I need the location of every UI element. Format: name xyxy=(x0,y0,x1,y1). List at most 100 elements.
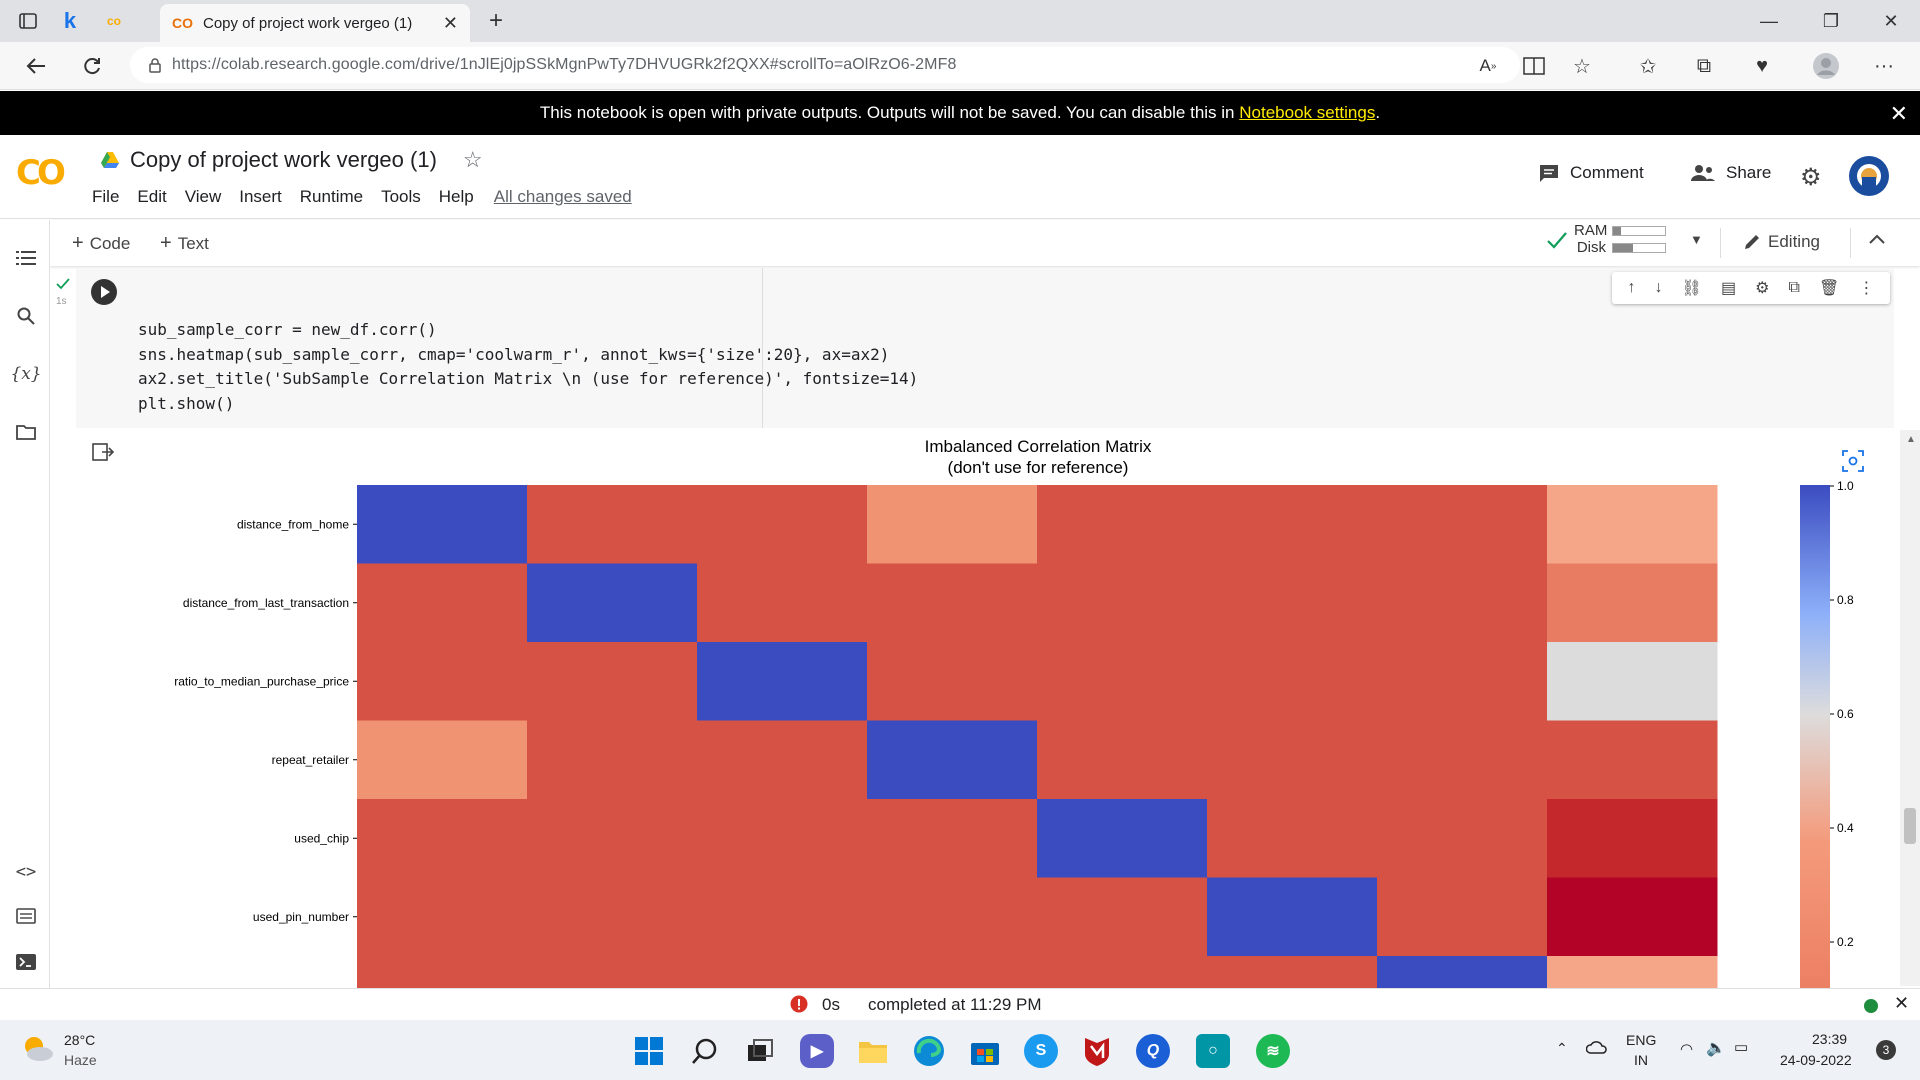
taskbar-search-icon[interactable] xyxy=(688,1034,722,1068)
mcafee-icon[interactable] xyxy=(1080,1034,1114,1068)
runtime-dropdown-icon[interactable]: ▼ xyxy=(1690,232,1703,247)
terminal-icon[interactable] xyxy=(12,948,40,976)
new-tab-icon[interactable]: + xyxy=(482,7,510,34)
move-cell-down-icon[interactable]: ↓ xyxy=(1655,279,1663,297)
delete-cell-icon[interactable]: 🗑 xyxy=(1819,278,1839,298)
teams-chat-icon[interactable]: ▶ xyxy=(800,1034,834,1068)
weather-icon[interactable] xyxy=(20,1032,56,1066)
immersive-reader-icon[interactable] xyxy=(1518,50,1550,82)
code-snippets-icon[interactable]: <> xyxy=(12,858,40,886)
scrollbar-thumb[interactable] xyxy=(1904,808,1916,844)
url-bar[interactable]: https://colab.research.google.com/drive/… xyxy=(130,47,1520,83)
heatmap-cell xyxy=(1547,642,1718,721)
ram-bar xyxy=(1612,225,1666,236)
add-favorite-icon[interactable]: ☆ xyxy=(1566,50,1598,82)
star-icon[interactable]: ☆ xyxy=(463,147,483,173)
collapse-header-icon[interactable] xyxy=(1868,232,1886,246)
y-tick-label: ratio_to_median_purchase_price xyxy=(174,674,349,688)
menu-runtime[interactable]: Runtime xyxy=(300,187,363,207)
notebook-title-row: Copy of project work vergeo (1) ☆ xyxy=(100,147,483,173)
settings-more-icon[interactable]: ··· xyxy=(1868,50,1900,82)
page-scrollbar[interactable]: ▲ xyxy=(1900,430,1920,986)
comment-button[interactable]: Comment xyxy=(1538,163,1644,183)
mirror-cell-icon[interactable]: ⧉ xyxy=(1789,279,1800,297)
edge-browser-icon[interactable] xyxy=(912,1034,946,1068)
search-icon[interactable] xyxy=(12,302,40,330)
banner-close-icon[interactable]: ✕ xyxy=(1890,101,1908,127)
favorites-icon[interactable]: ✩ xyxy=(1632,50,1664,82)
user-avatar[interactable] xyxy=(1848,155,1890,197)
lock-icon[interactable] xyxy=(148,57,162,73)
collections-icon[interactable]: ⧉ xyxy=(1688,50,1720,82)
cell-code[interactable]: sub_sample_corr = new_df.corr() sns.heatm… xyxy=(138,318,918,416)
heatmap-cell xyxy=(1377,956,1548,988)
resource-monitor[interactable]: RAM Disk xyxy=(1574,222,1666,256)
table-of-contents-icon[interactable] xyxy=(12,244,40,272)
add-code-button[interactable]: + Code xyxy=(72,232,130,255)
heatmap-cell xyxy=(527,956,698,988)
variables-icon[interactable]: {x} xyxy=(10,360,41,388)
files-folder-icon[interactable] xyxy=(12,418,40,446)
scroll-up-icon[interactable]: ▲ xyxy=(1906,434,1916,445)
browser-essentials-icon[interactable]: ♥ xyxy=(1746,50,1778,82)
skype-icon[interactable]: S xyxy=(1024,1034,1058,1068)
microsoft-store-icon[interactable] xyxy=(968,1034,1002,1068)
google-drive-icon[interactable] xyxy=(100,151,120,169)
notebook-title[interactable]: Copy of project work vergeo (1) xyxy=(130,147,437,173)
close-tab-icon[interactable]: ✕ xyxy=(443,13,458,34)
menu-insert[interactable]: Insert xyxy=(239,187,282,207)
command-palette-icon[interactable] xyxy=(12,902,40,930)
file-explorer-icon[interactable] xyxy=(856,1034,890,1068)
settings-gear-icon[interactable]: ⚙ xyxy=(1800,163,1822,192)
colab-logo[interactable]: CO xyxy=(16,153,66,193)
clock-time[interactable]: 23:39 xyxy=(1812,1031,1847,1047)
menu-file[interactable]: File xyxy=(92,187,119,207)
minimize-icon[interactable]: — xyxy=(1744,6,1794,36)
pinned-tab-colab-icon[interactable]: co xyxy=(100,8,128,34)
restore-icon[interactable]: ❐ xyxy=(1806,6,1856,36)
output-focus-icon[interactable] xyxy=(1842,450,1864,472)
onedrive-icon[interactable] xyxy=(1586,1040,1608,1054)
notification-badge[interactable]: 3 xyxy=(1876,1040,1896,1060)
more-options-icon[interactable]: ⋮ xyxy=(1858,278,1874,298)
heatmap-cell xyxy=(697,485,868,564)
region-label[interactable]: IN xyxy=(1634,1052,1648,1068)
clock-date[interactable]: 24-09-2022 xyxy=(1780,1052,1852,1068)
banner-text: This notebook is open with private outpu… xyxy=(539,103,1235,122)
volume-icon[interactable]: 🔈 xyxy=(1706,1038,1726,1058)
language-label[interactable]: ENG xyxy=(1626,1032,1656,1048)
add-text-button[interactable]: + Text xyxy=(160,232,209,255)
link-icon[interactable]: ⛓ xyxy=(1682,278,1702,298)
profile-icon[interactable] xyxy=(1810,50,1842,82)
spotify-icon[interactable]: ≋ xyxy=(1256,1034,1290,1068)
quick-assist-icon[interactable]: Q xyxy=(1136,1034,1170,1068)
menu-help[interactable]: Help xyxy=(439,187,474,207)
read-aloud-icon[interactable]: A» xyxy=(1472,50,1504,82)
cell-settings-icon[interactable]: ⚙ xyxy=(1755,278,1769,298)
save-status[interactable]: All changes saved xyxy=(494,187,632,207)
show-hidden-icons-icon[interactable]: ⌃ xyxy=(1556,1040,1568,1057)
menu-view[interactable]: View xyxy=(185,187,222,207)
menu-edit[interactable]: Edit xyxy=(137,187,166,207)
colab-header: CO Copy of project work vergeo (1) ☆ Fil… xyxy=(0,135,1920,219)
pinned-tab-k-icon[interactable]: k xyxy=(56,8,84,34)
windows-start-icon[interactable] xyxy=(632,1034,666,1068)
move-cell-up-icon[interactable]: ↑ xyxy=(1628,279,1636,297)
wifi-icon[interactable]: ◠ xyxy=(1680,1040,1693,1058)
back-icon[interactable] xyxy=(20,50,52,82)
run-cell-button[interactable] xyxy=(90,278,118,306)
menu-tools[interactable]: Tools xyxy=(381,187,421,207)
alexa-app-icon[interactable]: ○ xyxy=(1196,1034,1230,1068)
close-window-icon[interactable]: ✕ xyxy=(1866,6,1916,36)
active-tab[interactable]: CO Copy of project work vergeo (1) ✕ xyxy=(160,4,470,42)
close-status-icon[interactable]: ✕ xyxy=(1894,993,1909,1014)
tab-actions-icon[interactable] xyxy=(14,8,42,34)
editing-mode-button[interactable]: Editing xyxy=(1742,232,1820,252)
task-view-icon[interactable] xyxy=(744,1034,778,1068)
add-comment-icon[interactable]: ▤ xyxy=(1721,278,1736,298)
share-button[interactable]: Share xyxy=(1690,163,1771,183)
refresh-icon[interactable] xyxy=(76,50,108,82)
battery-icon[interactable]: ▭ xyxy=(1734,1038,1748,1056)
colorbar-tick-label: 1.0 xyxy=(1837,479,1854,493)
notebook-settings-link[interactable]: Notebook settings xyxy=(1239,103,1375,123)
